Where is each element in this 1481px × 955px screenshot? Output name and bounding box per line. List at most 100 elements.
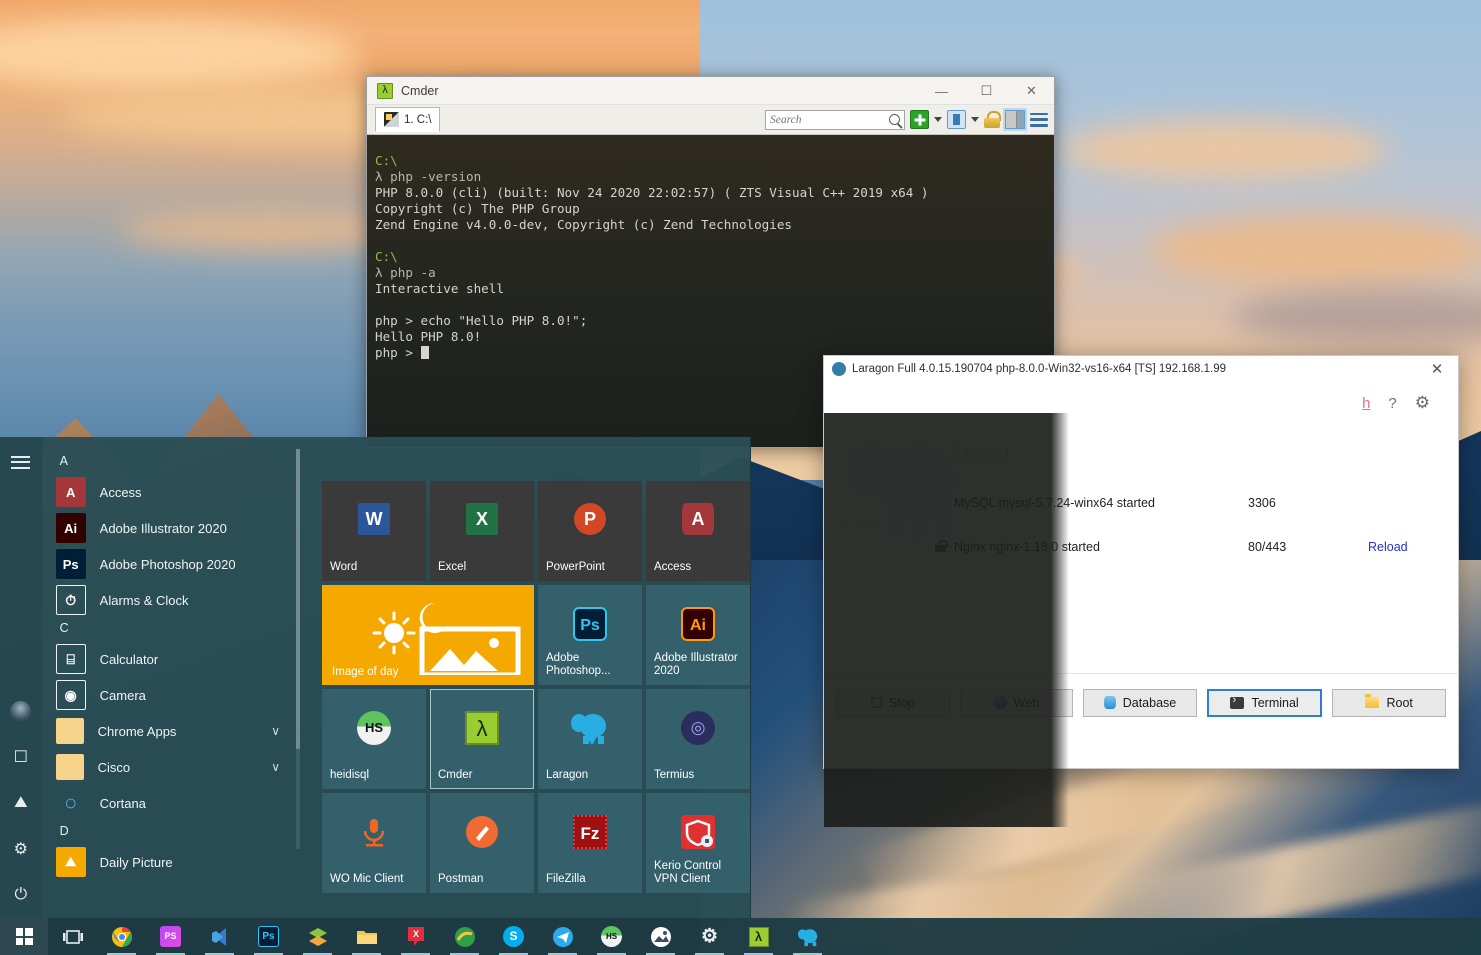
chrome-icon [111,926,133,948]
close-button[interactable]: ✕ [1009,77,1054,105]
web-button[interactable]: Web [959,688,1074,717]
taskbar-item[interactable] [97,918,146,955]
help-icon[interactable]: ? [1388,395,1396,412]
settings-icon[interactable]: ⚙ [10,838,32,860]
daily-picture-icon: ⛰ [55,847,86,877]
tile-kerio-control-vpn-client[interactable]: Kerio Control VPN Client [646,793,750,893]
host-link[interactable]: h [1362,395,1370,412]
app-list-item[interactable]: ◉ Camera [42,677,302,713]
minimize-button[interactable]: — [919,77,964,105]
app-group-letter[interactable]: C [42,618,302,641]
root-button[interactable]: Root [1332,688,1446,717]
taskbar-item[interactable]: HS [587,918,636,955]
tile-label: FileZilla [546,873,586,885]
app-list-item[interactable]: Ps Adobe Photoshop 2020 [42,546,302,582]
service-action[interactable]: Reload [1368,540,1458,554]
chevron-down-icon[interactable]: ∨ [271,724,280,738]
taskbar-item[interactable] [783,918,832,955]
app-list-item[interactable]: Cisco ∨ [42,749,302,785]
lock-icon[interactable] [984,111,1001,128]
taskbar-item[interactable] [440,918,489,955]
stop-button[interactable]: Stop [836,688,950,717]
app-list-item[interactable]: ○ Cortana [42,785,302,821]
tile-powerpoint[interactable]: P PowerPoint [538,481,642,581]
start-menu-app-list[interactable]: A A Access Ai Adobe Illustrator 2020 Ps Adobe … [42,437,302,918]
laragon-window[interactable]: Laragon Full 4.0.15.190704 php-8.0.0-Win… [823,355,1459,827]
cloud-3 [1060,120,1390,180]
taskbar-item[interactable]: S [489,918,538,955]
lock-icon [935,539,948,552]
split-panes-icon[interactable] [1003,108,1027,131]
new-console-icon[interactable] [910,110,929,129]
laragon-body: Menu © Leo K MySQL mysql-5.7.24-winx64 s… [824,413,1458,827]
tile-label: heidisql [330,769,369,781]
taskbar-item[interactable]: X [391,918,440,955]
tile-adobe-photoshop[interactable]: Ps Adobe Photoshop... [538,585,642,685]
taskbar[interactable]: PS Ps X S HS ⚙ λ [0,918,1481,955]
taskbar-item[interactable]: PS [146,918,195,955]
maximize-button[interactable]: ☐ [964,77,1009,105]
laragon-action-bar: Stop Web Database Terminal Root [824,673,1458,731]
chevron-down-icon[interactable]: ∨ [271,760,280,774]
app-list-item[interactable]: Chrome Apps ∨ [42,713,302,749]
menu-icon[interactable] [1030,112,1048,127]
taskbar-item[interactable] [342,918,391,955]
gear-icon[interactable]: ⚙ [1415,393,1430,413]
excel-icon: X [430,503,534,535]
chevron-down-icon[interactable] [934,117,942,122]
cmder-tab-1[interactable]: 1. C:\ [375,107,441,132]
hamburger-icon[interactable] [10,451,32,473]
active-console-icon[interactable] [947,110,966,129]
app-list-item[interactable]: ⌸ Calculator [42,641,302,677]
button-label: Terminal [1251,695,1299,710]
app-list-item[interactable]: Ai Adobe Illustrator 2020 [42,510,302,546]
cmder-titlebar[interactable]: λ Cmder — ☐ ✕ [367,77,1054,105]
taskbar-item[interactable] [293,918,342,955]
taskbar-item[interactable] [636,918,685,955]
app-list-item[interactable]: ⏱ Alarms & Clock [42,582,302,618]
tile-excel[interactable]: X Excel [430,481,534,581]
database-button[interactable]: Database [1083,688,1197,717]
tile-termius[interactable]: ◎ Termius [646,689,750,789]
search-input[interactable] [770,113,888,126]
laragon-titlebar[interactable]: Laragon Full 4.0.15.190704 php-8.0.0-Win… [824,356,1458,381]
tile-access[interactable]: A Access [646,481,750,581]
tile-laragon[interactable]: Laragon [538,689,642,789]
file-explorer-icon [356,926,378,948]
folder-icon [55,718,84,744]
app-group-letter[interactable]: D [42,821,302,844]
tile-filezilla[interactable]: Fz FileZilla [538,793,642,893]
close-button[interactable]: ✕ [1416,356,1458,381]
tile-wo-mic-client[interactable]: WO Mic Client [322,793,426,893]
taskbar-item[interactable] [195,918,244,955]
tile-adobe-illustrator-2020[interactable]: Ai Adobe Illustrator 2020 [646,585,750,685]
terminal-button[interactable]: Terminal [1206,688,1323,717]
taskbar-item[interactable]: Ps [244,918,293,955]
start-menu[interactable]: ☐ ⛰ ⚙ ⏻ A A Access Ai Adobe Illustrator 2020 Ps A… [0,437,751,918]
avatar-icon[interactable] [10,700,32,722]
start-button[interactable] [0,918,48,955]
taskbar-item[interactable]: ⚙ [685,918,734,955]
tile-heidisql[interactable]: HS heidisql [322,689,426,789]
windows-logo-icon [15,928,33,945]
avatar [10,700,32,722]
app-group-letter[interactable]: A [42,451,302,474]
documents-icon[interactable]: ☐ [10,746,32,768]
power-icon[interactable]: ⏻ [10,884,32,906]
taskbar-item[interactable] [538,918,587,955]
image-of-day-icon [372,602,521,675]
pictures-icon[interactable]: ⛰ [10,792,32,814]
tile-postman[interactable]: Postman [430,793,534,893]
app-list-item[interactable]: A Access [42,474,302,510]
tile-cmder[interactable]: λ Cmder [430,689,534,789]
service-row: MySQL mysql-5.7.24-winx64 started 3306 [824,481,1458,525]
cmder-toolbar: 1. C:\ [367,105,1054,135]
app-list-item[interactable]: ⛰ Daily Picture [42,844,302,880]
tile-image-of-day[interactable]: Image of day [322,585,534,685]
taskbar-item[interactable]: λ [734,918,783,955]
chevron-down-icon-2[interactable] [971,117,979,122]
cmder-window-title: Cmder [401,83,439,98]
taskbar-item[interactable] [48,918,97,955]
tile-word[interactable]: W Word [322,481,426,581]
search-box[interactable] [765,109,905,130]
